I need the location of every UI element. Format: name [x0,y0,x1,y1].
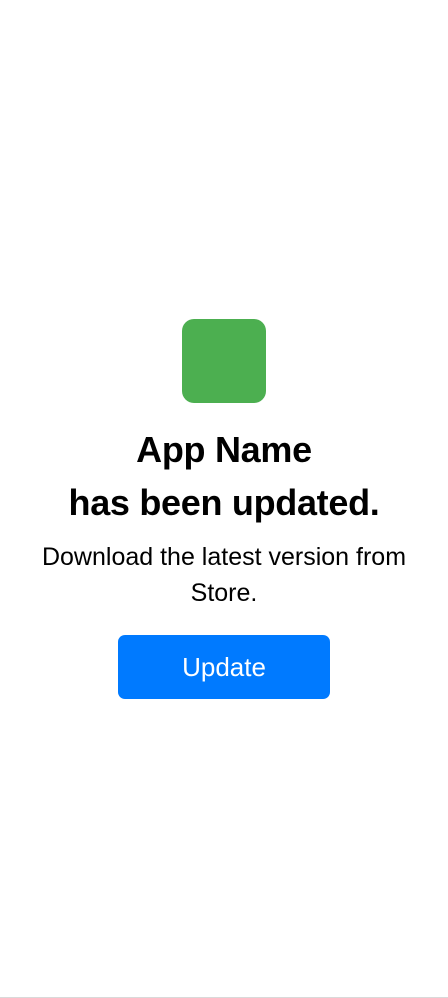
app-name: App Name [136,429,312,470]
updated-text: has been updated. [68,482,380,523]
update-button[interactable]: Update [118,635,330,699]
app-icon [182,319,266,403]
update-notice: App Name has been updated. Download the … [0,319,448,699]
update-screen: App Name has been updated. Download the … [0,0,448,998]
update-title: App Name has been updated. [69,423,380,529]
update-message: Download the latest version from Store. [41,543,407,607]
